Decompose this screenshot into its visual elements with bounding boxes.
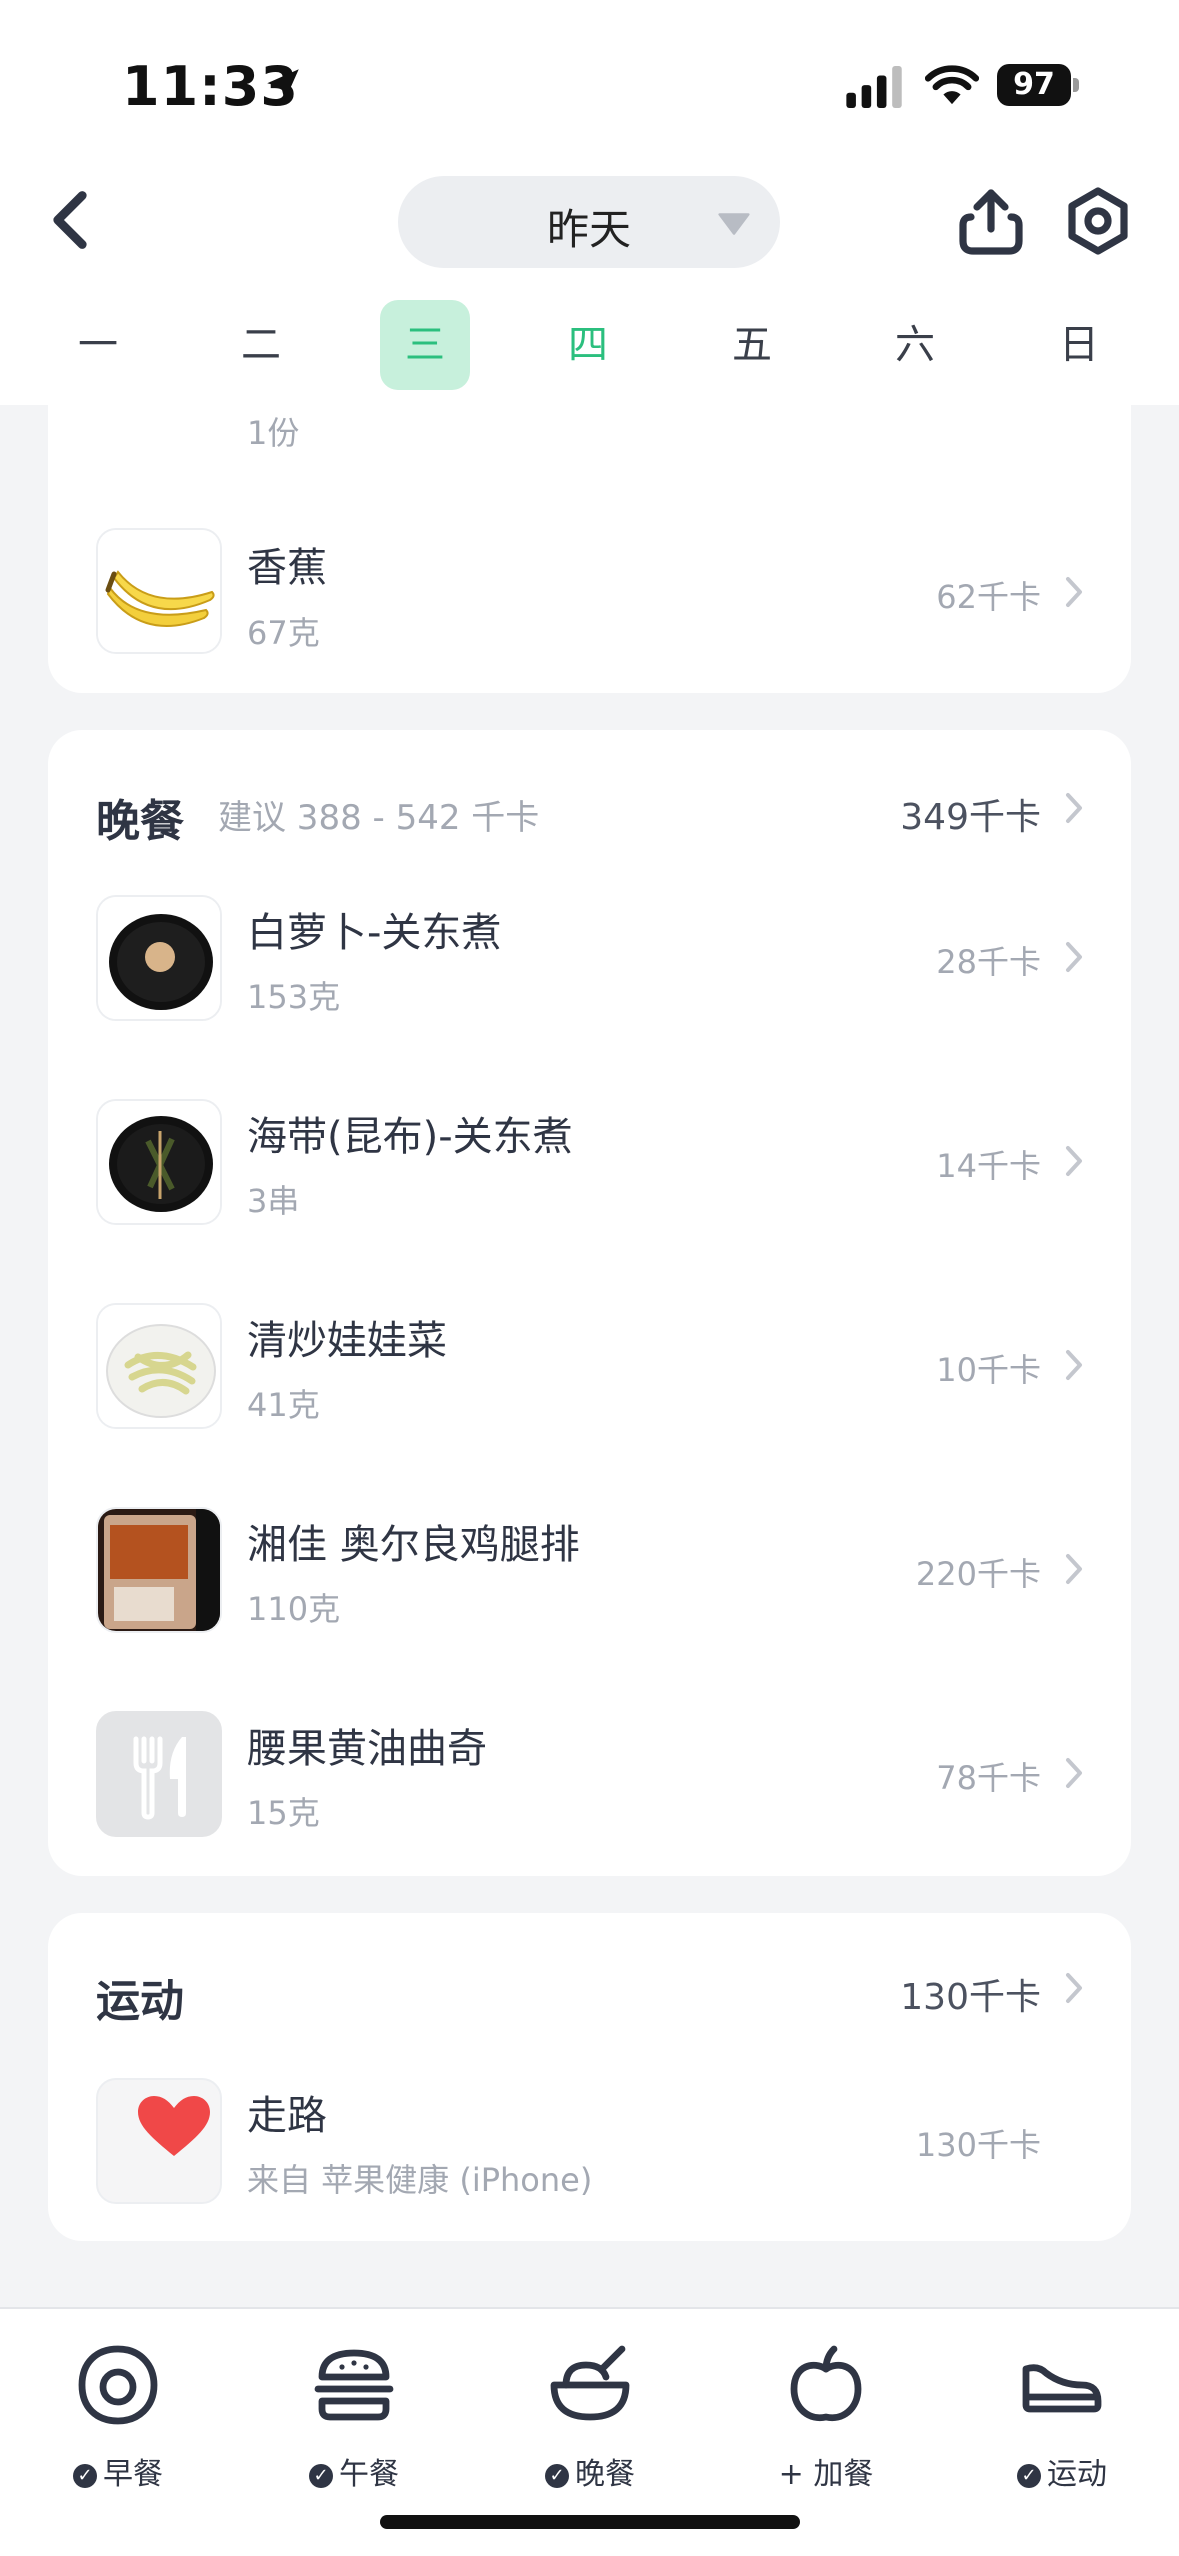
- food-calories: 78千卡: [936, 1759, 1041, 1797]
- weekday-fri[interactable]: 五: [707, 300, 797, 390]
- tab-snack[interactable]: + 加餐: [708, 2309, 944, 2509]
- food-quantity: 41克: [247, 1386, 320, 1424]
- exercise-card: 运动 130千卡 走路 来自 苹果健康 (iPhone) 130千卡: [48, 1913, 1131, 2241]
- radish-oden-image: [96, 895, 222, 1021]
- food-quantity: 3串: [247, 1182, 300, 1220]
- battery-indicator: 97: [997, 64, 1079, 106]
- location-arrow-icon: [267, 69, 299, 101]
- heart-icon: [96, 2078, 222, 2204]
- tab-breakfast[interactable]: ✓ 早餐: [0, 2309, 236, 2509]
- check-icon: ✓: [1017, 2464, 1041, 2488]
- exercise-source: 来自 苹果健康 (iPhone): [247, 2161, 593, 2199]
- tab-lunch[interactable]: ✓ 午餐: [236, 2309, 472, 2509]
- chevron-right-icon: [1066, 1350, 1082, 1380]
- food-calories: 220千卡: [915, 1555, 1041, 1593]
- chicken-package-image: [96, 1507, 222, 1633]
- tab-label: 早餐: [103, 2457, 163, 2492]
- wifi-icon: [925, 65, 979, 105]
- food-name: 海带(昆布)-关东煮: [247, 1114, 573, 1160]
- chevron-right-icon: [1066, 942, 1082, 972]
- section-title: 运动: [96, 1976, 184, 2027]
- weekday-tue[interactable]: 二: [216, 300, 306, 390]
- egg-icon: [78, 2345, 158, 2425]
- food-quantity: 15克: [247, 1794, 320, 1832]
- section-total-calories: 349千卡: [900, 797, 1041, 838]
- caret-down-icon: [718, 213, 750, 235]
- battery-level: 97: [997, 64, 1071, 106]
- tab-label: 晚餐: [575, 2457, 635, 2492]
- settings-gear-icon[interactable]: [1062, 185, 1134, 257]
- food-calories: 14千卡: [936, 1147, 1041, 1185]
- chevron-right-icon: [1066, 1146, 1082, 1176]
- home-indicator: [380, 2515, 800, 2529]
- tab-label: + 加餐: [778, 2457, 874, 2492]
- apple-icon: [790, 2345, 862, 2422]
- header: 11:33 97 昨天 一 二 三 四 五 六 日: [0, 0, 1179, 405]
- food-quantity: 110克: [247, 1590, 341, 1628]
- food-name: 湘佳 奥尔良鸡腿排: [247, 1522, 580, 1568]
- share-icon[interactable]: [955, 185, 1027, 257]
- cellular-signal-icon: [846, 66, 902, 108]
- weekday-mon[interactable]: 一: [53, 300, 143, 390]
- tab-exercise[interactable]: ✓ 运动: [944, 2309, 1179, 2509]
- banana-food-image: [96, 528, 222, 654]
- date-selector[interactable]: 昨天: [398, 176, 780, 268]
- tab-label: 午餐: [339, 2457, 399, 2492]
- exercise-calories: 130千卡: [915, 2126, 1041, 2164]
- check-icon: ✓: [545, 2464, 569, 2488]
- weekday-selector: 一 二 三 四 五 六 日: [0, 295, 1179, 395]
- chevron-right-icon: [1066, 1973, 1082, 2003]
- food-name: 腰果黄油曲奇: [247, 1726, 487, 1772]
- bowl-icon: [550, 2345, 630, 2421]
- kelp-oden-image: [96, 1099, 222, 1225]
- sneaker-icon: [1022, 2364, 1102, 2413]
- food-calories: 62千卡: [936, 578, 1041, 616]
- section-title: 晚餐: [96, 796, 184, 847]
- weekday-wed-selected[interactable]: 三: [380, 300, 470, 390]
- utensils-placeholder-icon: [96, 1711, 222, 1837]
- tab-label: 运动: [1047, 2457, 1107, 2492]
- weekday-sat[interactable]: 六: [870, 300, 960, 390]
- burger-icon: [314, 2349, 394, 2421]
- chevron-right-icon: [1066, 1554, 1082, 1584]
- weekday-thu[interactable]: 四: [543, 300, 633, 390]
- food-name: 香蕉: [247, 545, 327, 591]
- check-icon: ✓: [73, 2464, 97, 2488]
- dinner-card: 晚餐 建议 388 - 542 千卡 349千卡 白萝卜-关东煮 153克 28…: [48, 730, 1131, 1876]
- chevron-right-icon: [1066, 577, 1082, 607]
- food-quantity: 153克: [247, 978, 341, 1016]
- check-icon: ✓: [309, 2464, 333, 2488]
- back-chevron-icon[interactable]: [40, 185, 100, 255]
- food-quantity: 67克: [247, 614, 320, 652]
- food-name: 白萝卜-关东煮: [247, 910, 502, 956]
- exercise-name: 走路: [247, 2093, 327, 2139]
- food-name: 清炒娃娃菜: [247, 1318, 447, 1364]
- section-total-calories: 130千卡: [900, 1977, 1041, 2018]
- cabbage-dish-image: [96, 1303, 222, 1429]
- food-calories: 28千卡: [936, 943, 1041, 981]
- weekday-sun[interactable]: 日: [1034, 300, 1124, 390]
- calorie-suggestion: 建议 388 - 542 千卡: [218, 798, 540, 838]
- food-calories: 10千卡: [936, 1351, 1041, 1389]
- chevron-right-icon: [1066, 793, 1082, 823]
- tab-dinner[interactable]: ✓ 晚餐: [472, 2309, 708, 2509]
- partial-item-quantity: 1份: [247, 414, 300, 452]
- chevron-right-icon: [1066, 1758, 1082, 1788]
